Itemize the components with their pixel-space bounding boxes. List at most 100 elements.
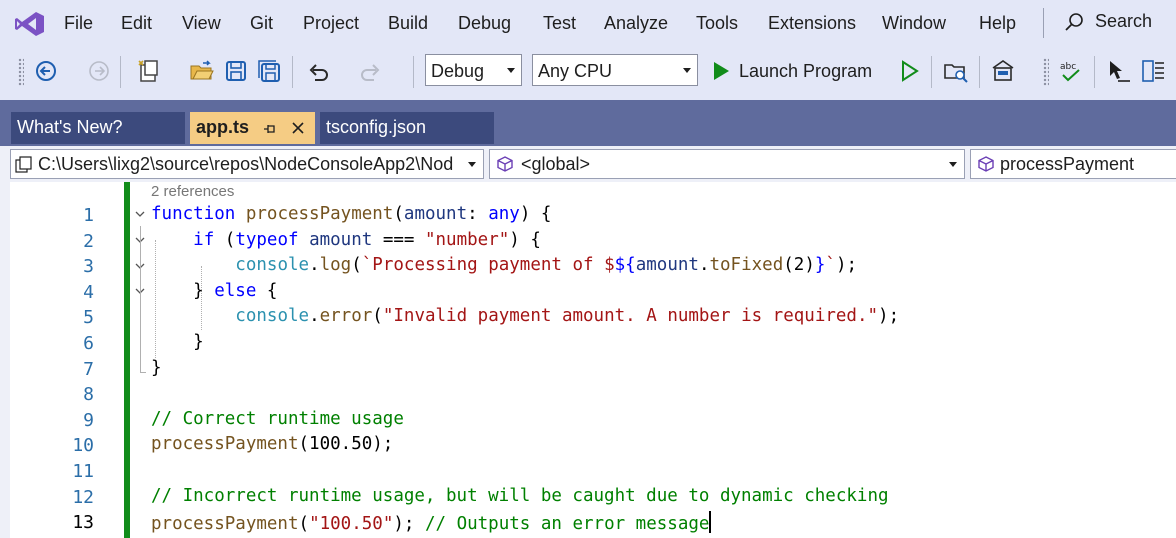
code-token: processPayment — [245, 204, 394, 224]
code-line[interactable]: if (typeof amount === "number") { — [151, 230, 541, 254]
code-token: amount — [309, 229, 373, 250]
code-token: { — [256, 280, 278, 301]
platform-select[interactable]: Any CPU — [532, 54, 698, 86]
browse-folder-icon[interactable] — [943, 58, 969, 84]
code-token: ) { — [509, 229, 541, 250]
menu-edit[interactable]: Edit — [121, 13, 152, 34]
pointer-select-icon[interactable] — [1106, 58, 1132, 84]
launch-program-button[interactable]: Launch Program — [739, 61, 872, 82]
member-dropdown[interactable]: processPayment — [970, 149, 1176, 179]
code-line[interactable]: console.error("Invalid payment amount. A… — [151, 306, 899, 330]
menu-file[interactable]: File — [64, 13, 93, 34]
tab-tsconfig-json[interactable]: tsconfig.json — [320, 112, 494, 144]
text-caret — [709, 511, 711, 534]
code-line[interactable]: // Correct runtime usage — [151, 409, 404, 433]
chevron-down-icon — [949, 162, 957, 167]
line-number: 8 — [83, 384, 94, 406]
navigate-forward-icon[interactable] — [86, 58, 112, 84]
code-token: "Invalid payment amount. A number is req… — [382, 306, 879, 327]
codelens-references[interactable]: 2 references — [151, 183, 234, 200]
code-line[interactable]: processPayment(100.50); — [151, 434, 393, 458]
menu-project[interactable]: Project — [303, 13, 359, 34]
code-token: `Processing payment of $ — [361, 255, 615, 276]
toolbar-separator — [413, 56, 414, 88]
close-icon[interactable] — [291, 121, 305, 135]
project-path: C:\Users\lixg2\source\repos\NodeConsoleA… — [38, 154, 454, 174]
spell-check-icon[interactable]: abc — [1058, 58, 1084, 84]
code-token: amount — [635, 255, 699, 276]
line-number: 4 — [83, 281, 94, 303]
navigate-back-icon[interactable] — [33, 58, 59, 84]
outlining-region-end — [140, 372, 146, 373]
line-number: 6 — [83, 333, 94, 354]
code-token: ${ — [614, 255, 636, 276]
scope-dropdown[interactable]: <global> — [489, 149, 965, 179]
code-token: } — [151, 332, 204, 352]
search-label: Search — [1095, 11, 1153, 31]
code-token: (100.50); — [298, 434, 394, 455]
editor-margin — [0, 182, 10, 538]
menu-test[interactable]: Test — [543, 13, 576, 34]
search-icon — [1065, 13, 1083, 31]
code-editor[interactable]: 1 2 3 4 5 6 7 8 9 10 11 12 13 2 references function … — [0, 182, 1176, 538]
menu-view[interactable]: View — [182, 13, 221, 34]
tab-label: What's New? — [17, 117, 123, 137]
svg-text:abc: abc — [1060, 62, 1076, 72]
format-document-icon[interactable] — [1140, 58, 1166, 84]
window-layout-icon[interactable] — [990, 58, 1016, 84]
code-token: function — [151, 204, 236, 224]
menu-debug[interactable]: Debug — [458, 13, 511, 34]
code-token: console — [235, 306, 310, 327]
menu-analyze[interactable]: Analyze — [604, 13, 668, 34]
code-line[interactable]: } — [151, 358, 162, 382]
code-token: error — [319, 306, 373, 327]
code-line[interactable]: processPayment("100.50"); // Outputs an … — [151, 511, 711, 535]
title-area: File Edit View Git Project Build Debug T… — [0, 0, 1176, 128]
line-number: 1 — [83, 205, 94, 226]
toolbar-grip[interactable] — [18, 58, 24, 86]
code-token: processPayment — [151, 514, 299, 535]
code-token: ( — [372, 306, 383, 327]
code-line[interactable]: function processPayment(amount: any) { — [151, 204, 551, 228]
collapse-chevron-icon[interactable] — [134, 208, 146, 222]
tab-app-ts[interactable]: app.ts — [190, 112, 315, 144]
code-token: "100.50" — [309, 514, 394, 535]
menu-bar: File Edit View Git Project Build Debug T… — [0, 0, 1176, 48]
code-line[interactable]: } — [151, 332, 204, 356]
project-dropdown[interactable]: C:\Users\lixg2\source\repos\NodeConsoleA… — [10, 149, 484, 179]
save-all-icon[interactable] — [256, 58, 282, 84]
redo-icon[interactable] — [358, 58, 384, 84]
line-number: 10 — [72, 435, 94, 457]
project-icon — [15, 156, 32, 173]
code-line[interactable]: // Incorrect runtime usage, but will be … — [151, 486, 889, 510]
menu-extensions[interactable]: Extensions — [768, 13, 856, 34]
code-line[interactable]: } else { — [151, 281, 277, 305]
configuration-select[interactable]: Debug — [425, 54, 522, 86]
code-token: : — [467, 204, 489, 224]
visual-studio-logo-icon[interactable] — [14, 10, 46, 38]
new-project-icon[interactable] — [136, 58, 162, 84]
undo-icon[interactable] — [305, 58, 331, 84]
pin-tab-icon[interactable] — [263, 122, 277, 136]
menu-help[interactable]: Help — [979, 13, 1016, 34]
code-token: ( — [351, 255, 362, 276]
menu-tools[interactable]: Tools — [696, 13, 738, 34]
menu-window[interactable]: Window — [882, 13, 946, 34]
code-token: typeof — [235, 229, 299, 250]
toolbar-grip[interactable] — [1043, 58, 1049, 86]
code-token: } — [151, 357, 162, 378]
menu-build[interactable]: Build — [388, 13, 428, 34]
code-token: ( — [393, 204, 404, 224]
save-icon[interactable] — [223, 58, 249, 84]
start-debugging-icon[interactable] — [708, 58, 734, 84]
code-token: any — [488, 204, 520, 224]
code-line[interactable]: console.log(`Processing payment of $${am… — [151, 255, 857, 279]
code-token: . — [698, 255, 710, 276]
open-folder-icon[interactable] — [189, 58, 215, 84]
start-without-debugging-icon[interactable] — [896, 58, 922, 84]
menu-git[interactable]: Git — [250, 13, 273, 34]
tab-whats-new[interactable]: What's New? — [11, 112, 185, 144]
